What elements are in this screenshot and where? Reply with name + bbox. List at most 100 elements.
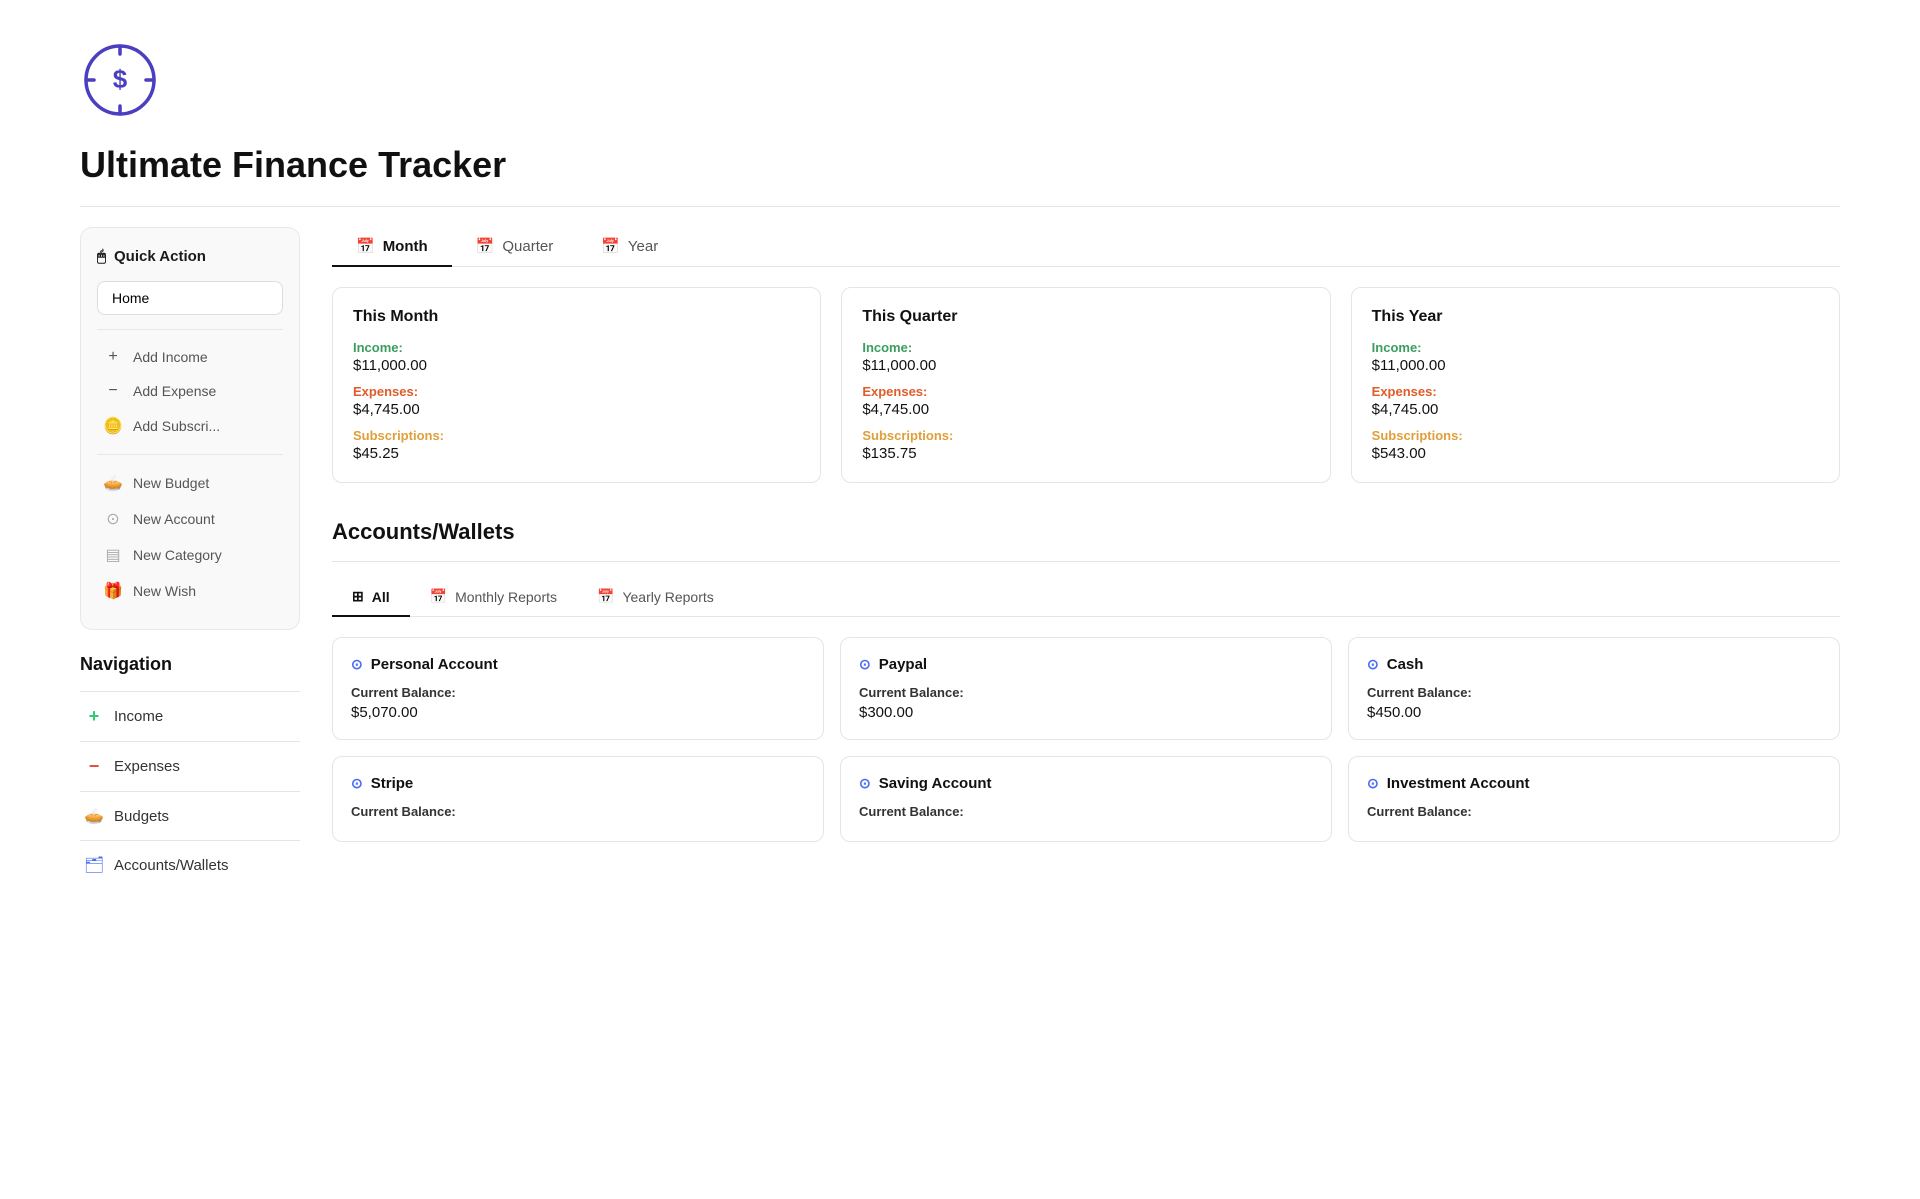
month-sub-value: $45.25 <box>353 445 800 462</box>
month-expense-value: $4,745.00 <box>353 401 800 418</box>
tab-all[interactable]: ⊞ All <box>332 578 410 617</box>
summary-cards: This Month Income: $11,000.00 Expenses: … <box>332 287 1840 483</box>
home-button[interactable]: Home <box>97 281 283 315</box>
saving-balance-label: Current Balance: <box>859 804 1313 819</box>
saving-account-icon: ⊙ <box>859 775 871 792</box>
account-tabs: ⊞ All 📅 Monthly Reports 📅 Yearly Reports <box>332 578 1840 617</box>
year-income-value: $11,000.00 <box>1372 357 1819 374</box>
paypal-balance-value: $300.00 <box>859 704 1313 721</box>
saving-account-title: ⊙ Saving Account <box>859 775 1313 792</box>
sidebar-item-budgets[interactable]: 🥧 Budgets <box>80 798 300 834</box>
tab-monthly-reports[interactable]: 📅 Monthly Reports <box>410 578 577 617</box>
account-card-stripe: ⊙ Stripe Current Balance: <box>332 756 824 842</box>
year-tab-icon: 📅 <box>601 237 620 255</box>
month-tab-label: Month <box>383 238 428 255</box>
minus-icon: − <box>103 382 123 400</box>
qa-new-account[interactable]: ⊙ New Account <box>97 501 283 537</box>
qa-add-subscription[interactable]: 🪙 Add Subscri... <box>97 408 283 444</box>
month-income-value: $11,000.00 <box>353 357 800 374</box>
qa-new-category[interactable]: ▤ New Category <box>97 537 283 573</box>
year-income-label: Income: <box>1372 340 1819 355</box>
month-tab-icon: 📅 <box>356 237 375 255</box>
personal-account-title: ⊙ Personal Account <box>351 656 805 673</box>
stripe-account-icon: ⊙ <box>351 775 363 792</box>
quarter-tab-label: Quarter <box>502 238 553 255</box>
monthly-reports-tab-icon: 📅 <box>430 588 447 605</box>
qa-new-budget[interactable]: 🥧 New Budget <box>97 465 283 501</box>
period-tabs: 📅 Month 📅 Quarter 📅 Year <box>332 227 1840 267</box>
quarter-expense-value: $4,745.00 <box>862 401 1309 418</box>
account-card-cash: ⊙ Cash Current Balance: $450.00 <box>1348 637 1840 740</box>
personal-balance-label: Current Balance: <box>351 685 805 700</box>
nav-income-label: Income <box>114 708 163 725</box>
stripe-balance-label: Current Balance: <box>351 804 805 819</box>
qa-add-expense-label: Add Expense <box>133 383 216 399</box>
paypal-account-title: ⊙ Paypal <box>859 656 1313 673</box>
gift-icon: 🎁 <box>103 581 123 601</box>
accounts-divider <box>332 561 1840 562</box>
sidebar-item-accounts[interactable]: 🗂 Accounts/Wallets <box>80 847 300 883</box>
paypal-account-icon: ⊙ <box>859 656 871 673</box>
account-card-investment: ⊙ Investment Account Current Balance: <box>1348 756 1840 842</box>
account-card-saving: ⊙ Saving Account Current Balance: <box>840 756 1332 842</box>
summary-month-title: This Month <box>353 308 800 326</box>
tab-yearly-reports[interactable]: 📅 Yearly Reports <box>577 578 734 617</box>
investment-account-title: ⊙ Investment Account <box>1367 775 1821 792</box>
account-card-personal: ⊙ Personal Account Current Balance: $5,0… <box>332 637 824 740</box>
nav-budgets-label: Budgets <box>114 808 169 825</box>
sidebar-item-income[interactable]: + Income <box>80 698 300 735</box>
main-content: 📅 Month 📅 Quarter 📅 Year This Month Inco… <box>332 227 1840 883</box>
summary-quarter-title: This Quarter <box>862 308 1309 326</box>
nav-divider-3 <box>80 791 300 792</box>
quarter-income-value: $11,000.00 <box>862 357 1309 374</box>
qa-new-category-label: New Category <box>133 547 222 563</box>
budgets-icon: 🥧 <box>84 806 104 826</box>
investment-balance-label: Current Balance: <box>1367 804 1821 819</box>
stripe-account-title: ⊙ Stripe <box>351 775 805 792</box>
nav-divider <box>80 691 300 692</box>
sidebar-item-expenses[interactable]: − Expenses <box>80 748 300 785</box>
account-cards: ⊙ Personal Account Current Balance: $5,0… <box>332 637 1840 842</box>
qa-new-wish[interactable]: 🎁 New Wish <box>97 573 283 609</box>
tab-month[interactable]: 📅 Month <box>332 227 452 267</box>
month-sub-label: Subscriptions: <box>353 428 800 443</box>
expenses-icon: − <box>84 756 104 777</box>
qa-add-expense[interactable]: − Add Expense <box>97 374 283 408</box>
quick-action-header: 🖱 Quick Action <box>97 248 283 265</box>
yearly-reports-tab-icon: 📅 <box>597 588 614 605</box>
account-card-paypal: ⊙ Paypal Current Balance: $300.00 <box>840 637 1332 740</box>
paypal-balance-label: Current Balance: <box>859 685 1313 700</box>
qa-new-account-label: New Account <box>133 511 215 527</box>
card-icon: 🪙 <box>103 416 123 436</box>
qa-add-subscription-label: Add Subscri... <box>133 418 220 434</box>
qa-new-budget-label: New Budget <box>133 475 209 491</box>
nav-divider-2 <box>80 741 300 742</box>
personal-balance-value: $5,070.00 <box>351 704 805 721</box>
tab-quarter[interactable]: 📅 Quarter <box>452 227 578 267</box>
qa-new-wish-label: New Wish <box>133 583 196 599</box>
app-title: Ultimate Finance Tracker <box>80 144 1840 186</box>
income-icon: + <box>84 706 104 727</box>
quick-action-box: 🖱 Quick Action Home + Add Income − Add E… <box>80 227 300 630</box>
month-expense-label: Expenses: <box>353 384 800 399</box>
monthly-reports-tab-label: Monthly Reports <box>455 589 557 605</box>
nav-accounts-label: Accounts/Wallets <box>114 857 229 874</box>
qa-add-income-label: Add Income <box>133 349 208 365</box>
year-tab-label: Year <box>628 238 658 255</box>
month-income-label: Income: <box>353 340 800 355</box>
nav-divider-4 <box>80 840 300 841</box>
cash-account-icon: ⊙ <box>1367 656 1379 673</box>
personal-account-icon: ⊙ <box>351 656 363 673</box>
tab-year[interactable]: 📅 Year <box>577 227 682 267</box>
app-logo: $ <box>80 40 1840 120</box>
quarter-sub-label: Subscriptions: <box>862 428 1309 443</box>
qa-divider-1 <box>97 329 283 330</box>
quick-action-title: Quick Action <box>114 248 206 265</box>
quarter-tab-icon: 📅 <box>476 237 495 255</box>
sidebar: 🖱 Quick Action Home + Add Income − Add E… <box>80 227 300 883</box>
circle-icon: ⊙ <box>103 509 123 529</box>
svg-text:$: $ <box>113 64 128 94</box>
year-sub-value: $543.00 <box>1372 445 1819 462</box>
all-tab-icon: ⊞ <box>352 588 364 605</box>
qa-add-income[interactable]: + Add Income <box>97 340 283 374</box>
